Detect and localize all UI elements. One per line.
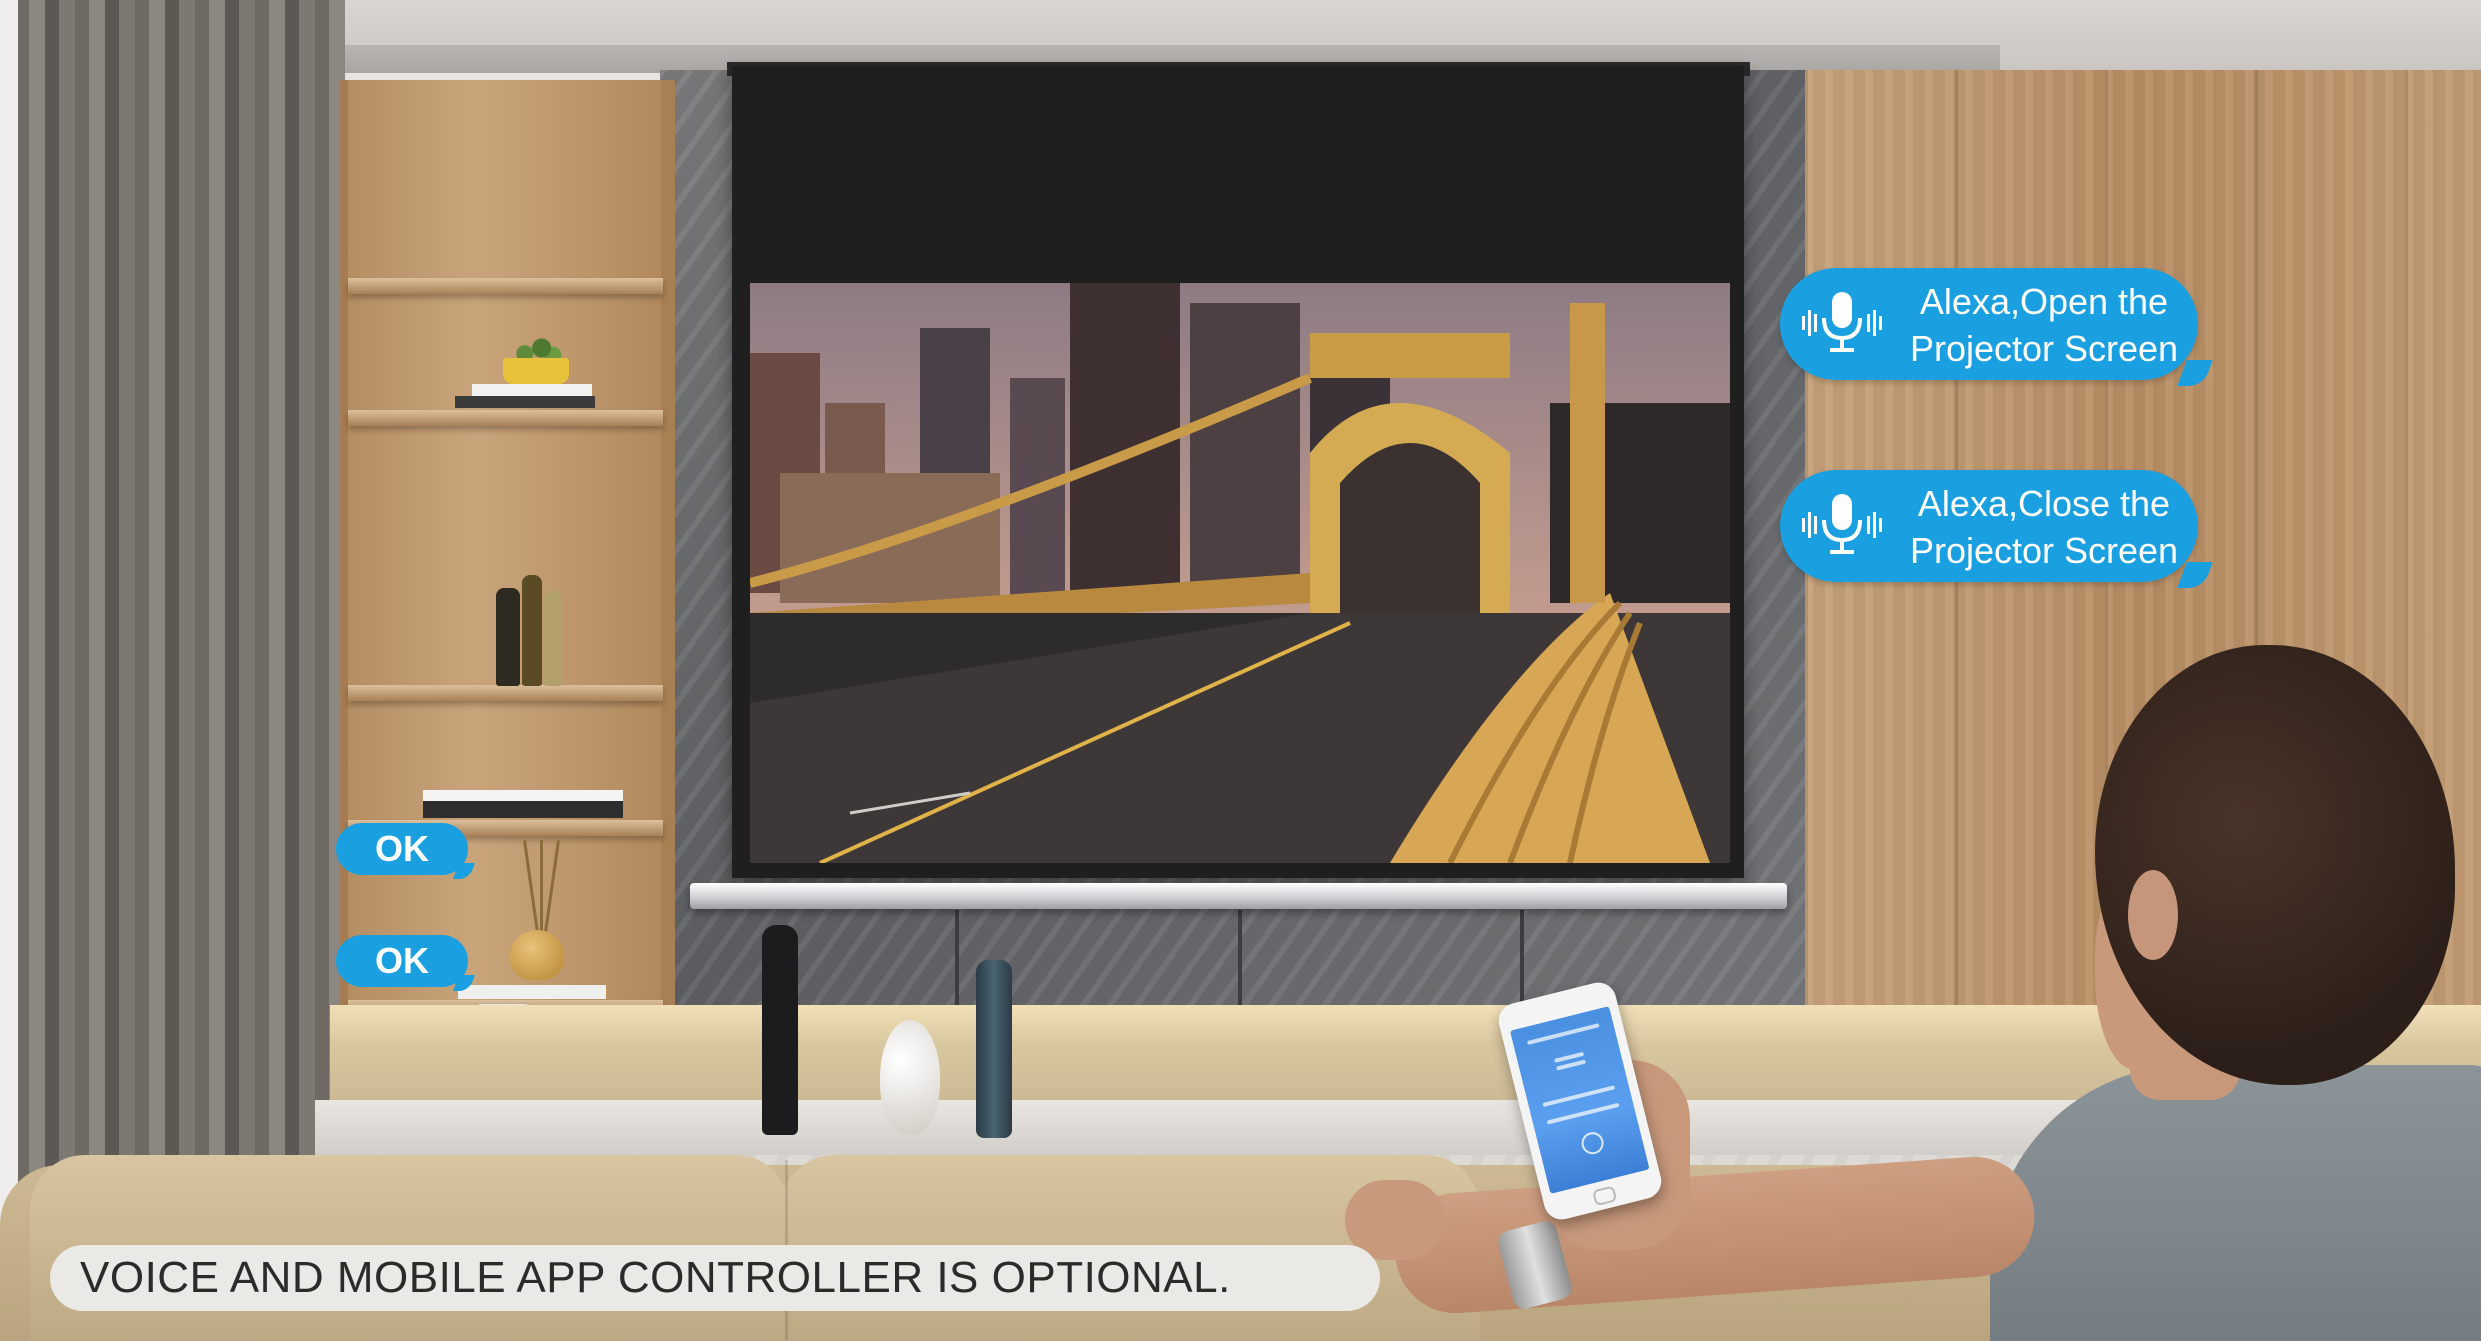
ok-badge: OK <box>336 823 468 875</box>
wall-seam <box>1520 910 1524 1010</box>
bottle <box>544 590 562 686</box>
bookshelf <box>340 80 675 1020</box>
shelf-board <box>348 278 663 294</box>
curtain <box>15 0 345 1220</box>
wall-seam <box>1238 910 1242 1010</box>
power-icon <box>1579 1129 1606 1157</box>
bubble-text: Alexa,Open the Projector Screen <box>1898 278 2190 372</box>
caption-banner: VOICE AND MOBILE APP CONTROLLER IS OPTIO… <box>50 1245 1380 1311</box>
console-top <box>315 1100 2195 1160</box>
reed <box>540 840 543 940</box>
app-row <box>1542 1085 1616 1108</box>
microphone-icon <box>1802 494 1882 554</box>
bottle <box>496 588 520 686</box>
city-bridge-image <box>750 283 1730 863</box>
bubble-line-1: Alexa,Open the <box>1919 281 2169 322</box>
caption-text: VOICE AND MOBILE APP CONTROLLER IS OPTIO… <box>80 1253 1231 1302</box>
book-stack <box>423 790 623 818</box>
shelf-board <box>348 410 663 426</box>
person-ear <box>2128 870 2178 960</box>
reed-diffuser <box>510 930 564 980</box>
projected-image <box>750 283 1730 863</box>
book <box>458 985 606 999</box>
shelf-board <box>348 685 663 701</box>
plant-pot <box>503 358 569 384</box>
bubble-line-1: Alexa,Close the <box>1917 483 2171 524</box>
bottle <box>522 575 542 686</box>
microphone-icon <box>1802 292 1882 352</box>
app-row <box>1526 1023 1600 1045</box>
home-button <box>1592 1185 1618 1207</box>
app-row <box>1546 1102 1620 1125</box>
bubble-text: Alexa,Close the Projector Screen <box>1898 480 2190 574</box>
bubble-line-2: Projector Screen <box>1909 328 2179 369</box>
wall-seam <box>955 910 959 1010</box>
living-room-scene: Alexa,Open the Projector Screen Alexa,Cl… <box>0 0 2481 1341</box>
hand-sculpture <box>762 925 798 1135</box>
book <box>472 384 592 396</box>
bubble-line-2: Projector Screen <box>1909 530 2179 571</box>
voice-bubble-open: Alexa,Open the Projector Screen <box>1780 268 2198 380</box>
ok-badge: OK <box>336 935 468 987</box>
voice-bubble-close: Alexa,Close the Projector Screen <box>1780 470 2198 582</box>
blue-vase <box>976 960 1012 1138</box>
white-vase <box>880 1020 940 1135</box>
window-edge <box>0 0 18 1341</box>
book <box>455 396 595 408</box>
screen-bottom-bar <box>690 883 1787 909</box>
